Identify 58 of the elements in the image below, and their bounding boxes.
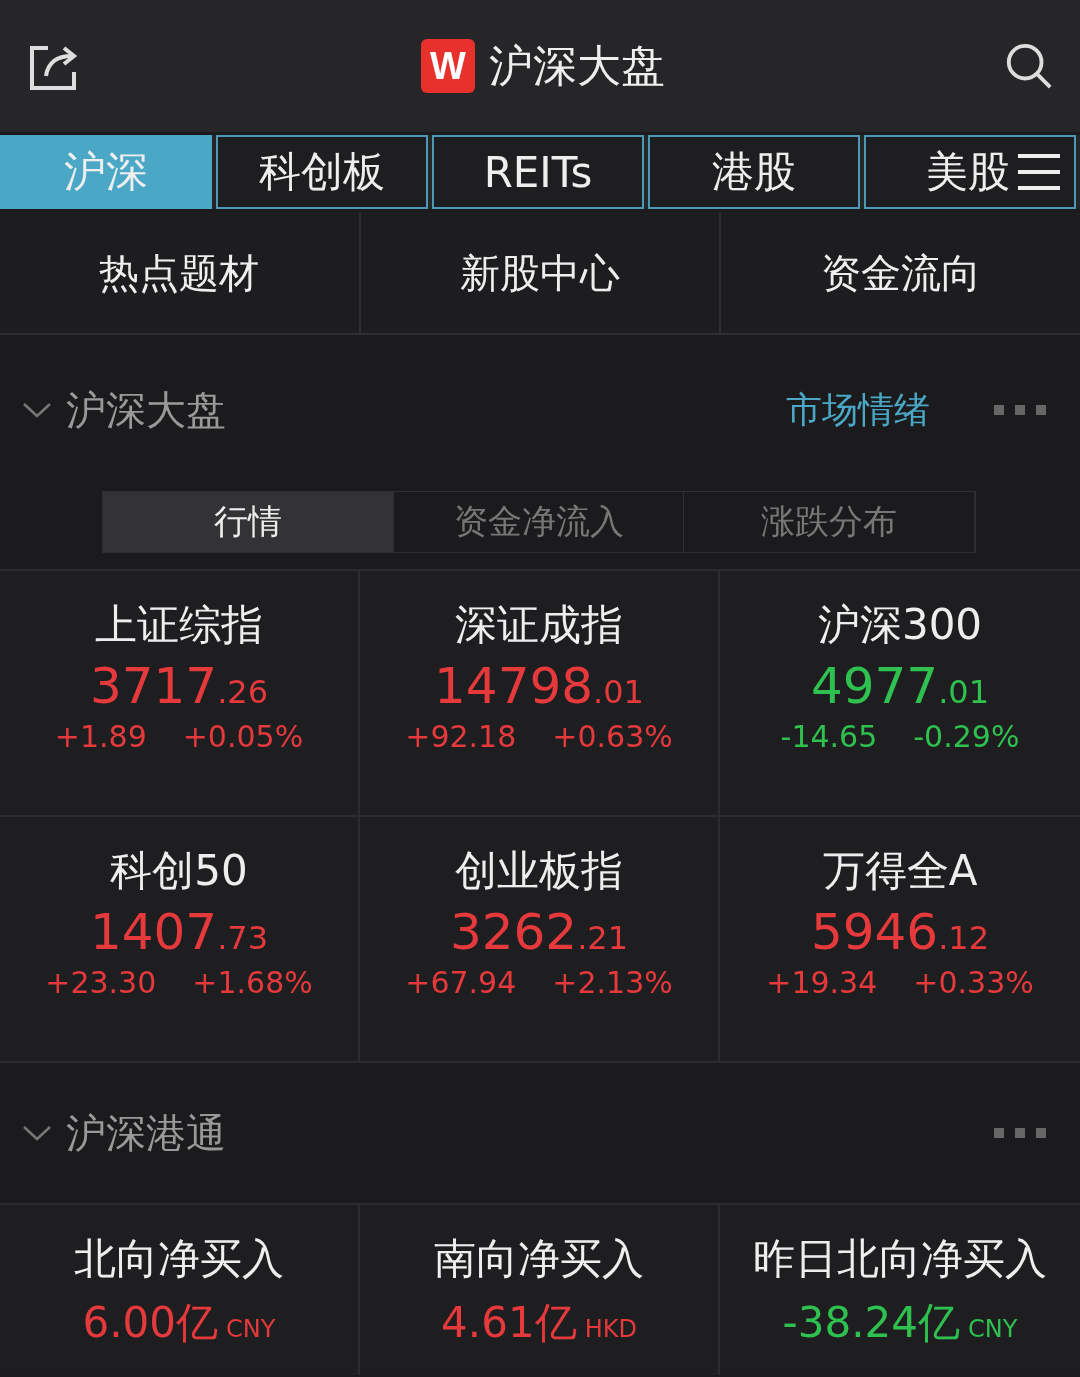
index-change: -14.65: [780, 719, 878, 754]
flow-amount: 4.61亿: [441, 1297, 577, 1349]
currency-label: HKD: [584, 1315, 637, 1343]
currency-label: CNY: [226, 1315, 276, 1343]
section-title: 沪深港通: [66, 1108, 227, 1158]
shortcut-button[interactable]: 新股中心: [360, 213, 722, 333]
section-title: 沪深大盘: [66, 385, 227, 435]
index-name: 万得全A: [822, 845, 978, 897]
currency-label: CNY: [968, 1315, 1018, 1343]
index-name: 创业板指: [455, 845, 623, 897]
index-percent: +0.63%: [552, 719, 673, 754]
index-percent: +0.05%: [182, 719, 304, 754]
flow-name: 南向净买入: [434, 1233, 644, 1285]
page-title: 沪深大盘: [489, 38, 665, 93]
index-change: +19.34: [766, 965, 878, 1000]
flow-name: 北向净买入: [74, 1233, 284, 1285]
flow-amount: 6.00亿: [82, 1297, 219, 1349]
index-value: 5946.12: [810, 903, 990, 961]
index-percent: +1.68%: [192, 965, 313, 1000]
market-sentiment-link[interactable]: 市场情绪: [786, 385, 930, 435]
search-icon[interactable]: [1004, 41, 1054, 91]
index-change: +92.18: [405, 719, 517, 754]
index-card[interactable]: 创业板指 3262.21 +67.94 +2.13%: [360, 817, 720, 1063]
flow-amount: -38.24亿: [782, 1297, 960, 1349]
segment-tab[interactable]: 资金净流入: [393, 492, 685, 552]
index-change: +23.30: [45, 965, 157, 1000]
market-tab[interactable]: 美股: [864, 135, 1076, 209]
market-tab[interactable]: REITs: [432, 135, 644, 209]
index-change: +67.94: [405, 965, 517, 1000]
index-percent: +0.33%: [913, 965, 1034, 1000]
index-card[interactable]: 上证综指 3717.26 +1.89 +0.05%: [0, 571, 360, 817]
chevron-icon[interactable]: [22, 1123, 52, 1143]
menu-icon[interactable]: [1016, 152, 1062, 192]
index-value: 4977.01: [810, 657, 990, 715]
index-value: 3262.21: [449, 903, 629, 961]
index-change: +1.89: [54, 719, 147, 754]
market-tab[interactable]: 科创板: [216, 135, 428, 209]
more-icon[interactable]: [994, 404, 1046, 416]
index-name: 上证综指: [95, 599, 263, 651]
market-tab[interactable]: 港股: [648, 135, 860, 209]
index-card[interactable]: 科创50 1407.73 +23.30 +1.68%: [0, 817, 360, 1063]
index-name: 科创50: [110, 845, 248, 897]
index-name: 沪深300: [817, 599, 983, 651]
more-icon[interactable]: [994, 1127, 1046, 1139]
index-percent: -0.29%: [913, 719, 1020, 754]
index-percent: +2.13%: [552, 965, 673, 1000]
segment-tab[interactable]: 行情: [103, 492, 394, 552]
flow-name: 昨日北向净买入: [753, 1233, 1047, 1285]
index-value: 3717.26: [89, 657, 269, 715]
shortcut-button[interactable]: 热点题材: [0, 213, 361, 333]
app-logo: W: [421, 39, 475, 93]
index-value: 14798.01: [434, 657, 644, 715]
segment-tab[interactable]: 涨跌分布: [684, 492, 975, 552]
index-name: 深证成指: [455, 599, 623, 651]
shortcut-button[interactable]: 资金流向: [721, 213, 1080, 333]
chevron-icon[interactable]: [22, 400, 52, 420]
index-card[interactable]: 深证成指 14798.01 +92.18 +0.63%: [360, 571, 720, 817]
index-value: 1407.73: [89, 903, 269, 961]
